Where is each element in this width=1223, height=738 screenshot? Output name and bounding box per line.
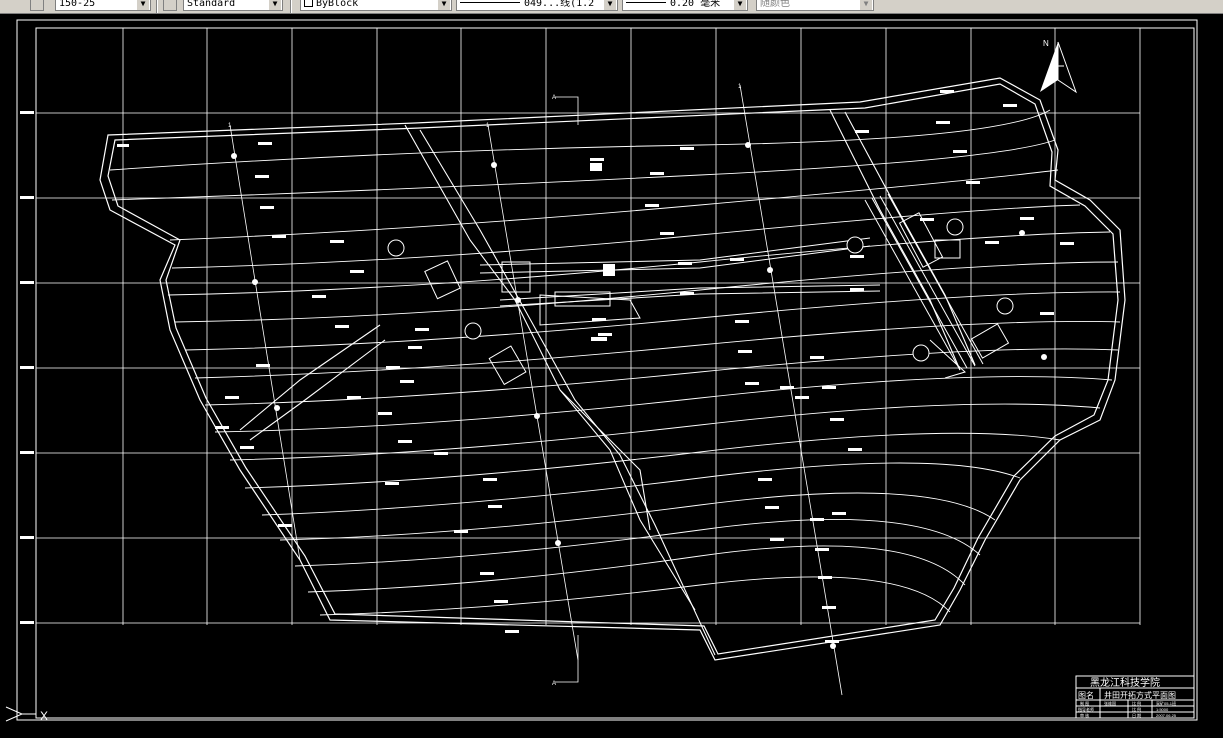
exploration-line-label: 1 xyxy=(738,84,742,90)
textstyle-combo[interactable]: Standard ▼ xyxy=(183,0,283,11)
main-roadways xyxy=(479,237,881,326)
linetype-value: 049...线(1.2 xyxy=(524,0,595,9)
north-label: N xyxy=(1043,39,1049,48)
chevron-down-icon[interactable]: ▼ xyxy=(438,0,450,10)
linetype-combo[interactable]: 049...线(1.2 ▼ xyxy=(456,0,618,11)
chevron-down-icon[interactable]: ▼ xyxy=(734,0,746,10)
seam-contour-lines xyxy=(109,109,1121,616)
row-3-a: 审 核 xyxy=(1080,712,1089,718)
row-1-a: 制 图 xyxy=(1080,700,1089,706)
dimstyle-combo[interactable]: 150-25 ▼ xyxy=(55,0,151,11)
north-arrow-icon: N xyxy=(1040,39,1077,94)
chevron-down-icon[interactable]: ▼ xyxy=(137,0,149,10)
coordinate-grid xyxy=(36,28,1141,625)
elevation-annotations xyxy=(117,90,1074,643)
row-3-d: 2007.06.25 xyxy=(1156,713,1177,718)
dimstyle-value: 150-25 xyxy=(59,0,96,9)
chevron-down-icon[interactable]: ▼ xyxy=(604,0,616,10)
chevron-down-icon[interactable]: ▼ xyxy=(860,0,872,10)
lineweight-preview-icon xyxy=(626,2,666,3)
ucs-x-label: X xyxy=(40,709,48,723)
ucs-icon: X xyxy=(5,706,48,723)
textstyle-value: Standard xyxy=(187,0,236,9)
section-labels: A A 1 1 1 xyxy=(228,84,742,687)
toolbar-separator xyxy=(156,0,158,13)
school-name: 黑龙江科技学院 xyxy=(1090,676,1160,689)
grid-coordinate-labels xyxy=(20,111,34,624)
textstyle-icon[interactable] xyxy=(163,0,177,11)
section-a-bottom-label: A xyxy=(552,681,556,687)
row-2-c: 比 例 xyxy=(1132,706,1141,712)
row-2-d: 1:5000 xyxy=(1156,707,1169,712)
chevron-down-icon[interactable]: ▼ xyxy=(269,0,281,10)
plotstyle-combo[interactable]: 随颜色 ▼ xyxy=(756,0,874,11)
drawing-name-label: 图名 xyxy=(1078,690,1094,700)
color-value: ByBlock xyxy=(316,0,359,9)
row-1-c: 比 例 xyxy=(1132,700,1141,706)
color-combo[interactable]: ByBlock ▼ xyxy=(300,0,452,11)
properties-toolbar: 150-25 ▼ Standard ▼ ByBlock ▼ 049...线(1.… xyxy=(0,0,1223,14)
exploration-line-label: 1 xyxy=(228,123,232,129)
drawing-name: 井田开拓方式平面图 xyxy=(1104,690,1176,700)
lineweight-combo[interactable]: 0.20 毫米 ▼ xyxy=(622,0,748,11)
row-3-c: 日 期 xyxy=(1132,712,1141,718)
section-line-a xyxy=(555,96,579,683)
dimstyle-icon[interactable] xyxy=(30,0,44,11)
row-1-b: 张维国 xyxy=(1104,700,1116,706)
model-space-canvas[interactable]: A A 1 1 1 N 黑龙江科技学院 图名 井田开拓方式平面图 制 图 张维国… xyxy=(0,14,1223,738)
color-swatch-icon xyxy=(304,0,313,7)
row-2-a: 指导老师 xyxy=(1078,706,1094,712)
lineweight-value: 0.20 毫米 xyxy=(670,0,721,9)
row-1-d: 采矿05-1班 xyxy=(1156,700,1176,706)
exploration-line-label: 1 xyxy=(486,123,490,129)
plotstyle-value: 随颜色 xyxy=(760,0,790,9)
section-a-top-label: A xyxy=(552,95,556,101)
toolbar-separator xyxy=(290,0,292,13)
linetype-preview-icon xyxy=(460,2,520,3)
